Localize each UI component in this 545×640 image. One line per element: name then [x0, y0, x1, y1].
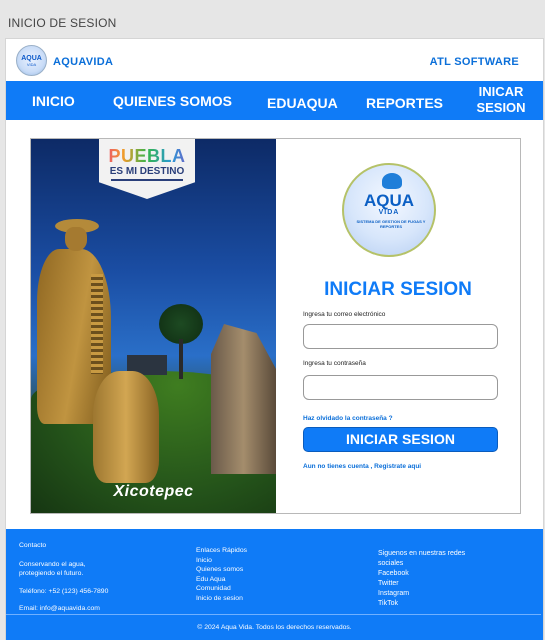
email-label: Ingresa tu correo electrónico	[303, 311, 386, 318]
nav-eduaqua[interactable]: EDUAQUA	[267, 95, 338, 111]
footer-email: Email: info@aquavida.com	[19, 605, 100, 613]
poster-tree	[159, 304, 203, 344]
footer-link-edu-aqua[interactable]: Edu Aqua	[196, 575, 346, 585]
logo-large-sub: VIDA	[378, 209, 400, 216]
footer-link-twitter[interactable]: Twitter	[378, 579, 528, 589]
footer-link-inicio-sesion[interactable]: Inicio de sesion	[196, 594, 346, 604]
footer-link-quienes-somos[interactable]: Quienes somos	[196, 565, 346, 575]
footer-divider	[6, 614, 541, 615]
logo-subtext: VIDA	[26, 61, 37, 67]
nav-inicio[interactable]: INICIO	[32, 93, 75, 109]
top-bar: AQUA VIDA AQUAVIDA ATL SOFTWARE	[6, 39, 543, 81]
footer-link-instagram[interactable]: Instagram	[378, 589, 528, 599]
footer-contact-heading: Contacto	[19, 542, 47, 549]
footer-quick-links-heading: Enlaces Rápidos	[196, 547, 248, 554]
footer-contact-line: protegiendo el futuro.	[19, 570, 84, 578]
poster-title: PUEBLA	[99, 146, 195, 167]
footer-quick-links: Enlaces Rápidos Inicio Quienes somos Edu…	[196, 546, 346, 604]
footer: Contacto Conservando el agua, protegiend…	[6, 529, 543, 640]
brand-name[interactable]: AQUAVIDA	[53, 56, 113, 68]
footer-link-facebook[interactable]: Facebook	[378, 569, 528, 579]
login-submit-button[interactable]: INICIAR SESION	[303, 427, 498, 452]
password-label: Ingresa tu contraseña	[303, 360, 366, 367]
register-link[interactable]: Aun no tienes cuenta , Registrate aqui	[303, 463, 421, 470]
aquavida-logo[interactable]: AQUA VIDA	[16, 45, 47, 76]
window-title: INICIO DE SESION	[8, 16, 117, 30]
login-panel: AQUA VIDA SISTEMA DE GESTION DE FUGAS Y …	[276, 139, 520, 513]
main-nav: INICIO QUIENES SOMOS EDUAQUA REPORTES IN…	[6, 81, 543, 120]
partner-name: ATL SOFTWARE	[429, 56, 519, 68]
footer-phone: Teléfono: +52 (123) 456-7890	[19, 587, 109, 595]
poster-coffee-sack	[93, 371, 159, 483]
footer-copyright: © 2024 Aqua Vida. Todos los derechos res…	[197, 624, 352, 631]
login-card: PUEBLA ES MI DESTINO Xicotepec AQUA VIDA…	[30, 138, 521, 514]
poster-coffee-pour	[91, 274, 103, 374]
poster-caption: Xicotepec	[113, 483, 194, 500]
footer-link-comunidad[interactable]: Comunidad	[196, 584, 346, 594]
aquavida-logo-large: AQUA VIDA SISTEMA DE GESTION DE FUGAS Y …	[342, 163, 436, 257]
water-drop-icon	[382, 173, 402, 189]
poster-tree-trunk	[179, 339, 183, 379]
poster-statue-head	[65, 227, 87, 251]
poster-stone-wall	[211, 324, 276, 474]
poster-subtitle: ES MI DESTINO	[109, 166, 185, 177]
poster-subtitle-underline	[111, 179, 183, 181]
tourism-poster: PUEBLA ES MI DESTINO Xicotepec	[31, 139, 276, 513]
footer-link-inicio[interactable]: Inicio	[196, 556, 346, 566]
login-title: INICIAR SESION	[324, 279, 472, 300]
footer-social: Siguenos en nuestras redes sociales Face…	[378, 549, 528, 609]
footer-contact: Contacto Conservando el agua, protegiend…	[19, 541, 179, 614]
nav-iniciar-sesion[interactable]: INICAR SESION	[466, 84, 536, 116]
forgot-password-link[interactable]: Haz olvidado la contraseña ?	[303, 415, 393, 422]
password-field[interactable]	[303, 375, 498, 400]
email-field[interactable]	[303, 324, 498, 349]
footer-contact-line: Conservando el agua,	[19, 560, 86, 568]
footer-link-tiktok[interactable]: TikTok	[378, 599, 528, 609]
logo-large-tagline: SISTEMA DE GESTION DE FUGAS Y REPORTES	[356, 219, 426, 229]
logo-text: AQUA	[21, 54, 42, 62]
page: AQUA VIDA AQUAVIDA ATL SOFTWARE INICIO Q…	[5, 38, 544, 640]
footer-social-heading: Siguenos en nuestras redes sociales	[378, 550, 466, 567]
nav-reportes[interactable]: REPORTES	[366, 95, 443, 111]
nav-quienes-somos[interactable]: QUIENES SOMOS	[113, 93, 232, 109]
logo-large-title: AQUA	[363, 191, 415, 210]
